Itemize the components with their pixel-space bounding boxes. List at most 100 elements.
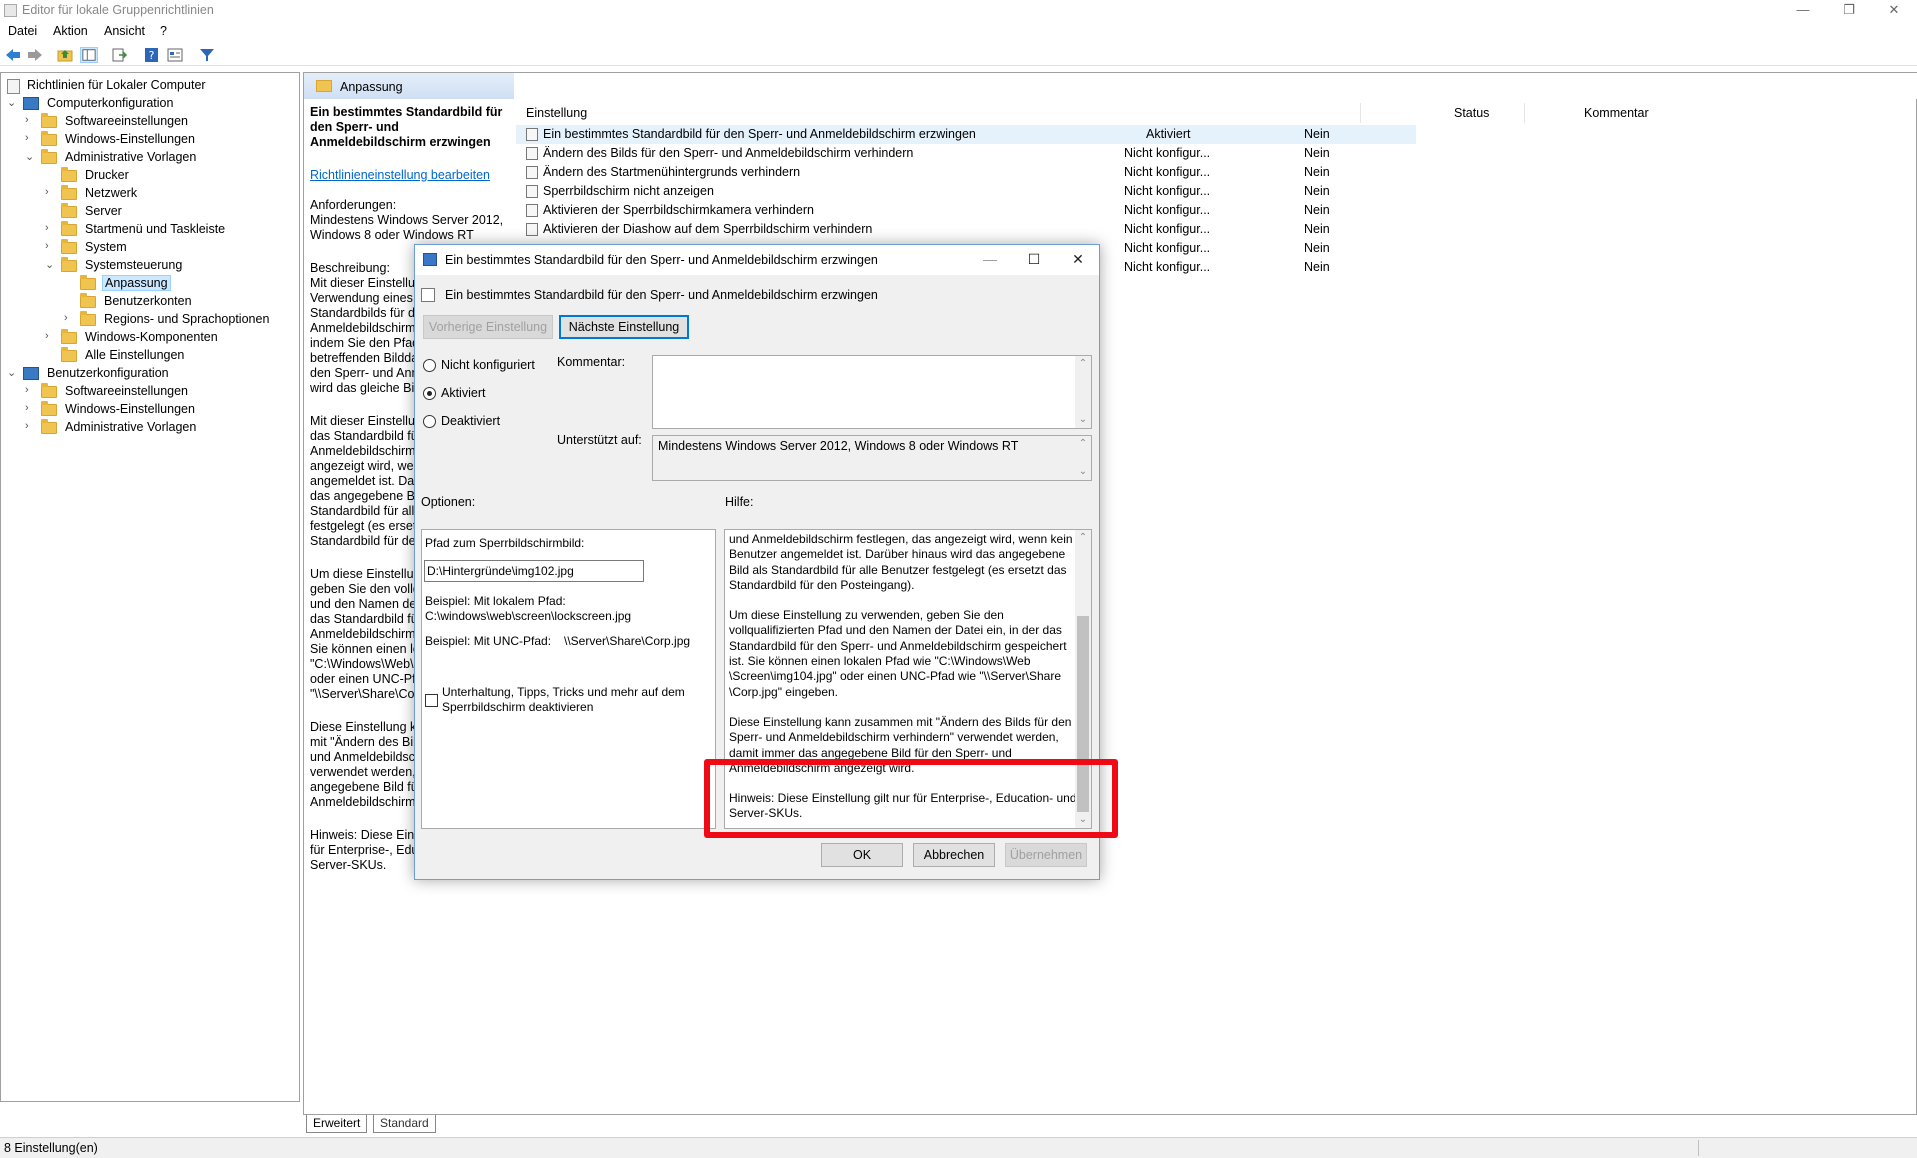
disable-tips-label: Unterhaltung, Tipps, Tricks und mehr auf… bbox=[442, 685, 685, 714]
chevron-right-icon[interactable]: › bbox=[25, 384, 37, 396]
column-setting[interactable]: Einstellung bbox=[526, 106, 587, 120]
path-label: Pfad zum Sperrbildschirmbild: bbox=[425, 536, 585, 550]
table-row[interactable]: Ändern des Bilds für den Sperr- und Anme… bbox=[516, 144, 1716, 163]
folder-icon bbox=[61, 329, 77, 344]
maximize-button[interactable]: ❐ bbox=[1826, 0, 1872, 22]
chevron-right-icon[interactable]: › bbox=[45, 240, 57, 252]
show-hide-tree-icon[interactable] bbox=[80, 47, 98, 63]
folder-icon bbox=[80, 311, 96, 326]
radio-not-configured-label: Nicht konfiguriert bbox=[441, 358, 535, 372]
scroll-down-icon[interactable]: ⌄ bbox=[1075, 464, 1091, 480]
up-folder-icon[interactable] bbox=[56, 47, 74, 63]
dialog-heading: Ein bestimmtes Standardbild für den Sper… bbox=[445, 288, 878, 302]
ok-button[interactable]: OK bbox=[821, 843, 903, 867]
radio-enabled[interactable] bbox=[423, 387, 436, 400]
chevron-right-icon[interactable]: › bbox=[25, 114, 37, 126]
status-text: 8 Einstellung(en) bbox=[4, 1141, 98, 1155]
chevron-down-icon[interactable]: ⌄ bbox=[45, 258, 57, 271]
requirements-text: Mindestens Windows Server 2012, Windows … bbox=[310, 213, 504, 242]
setting-icon bbox=[526, 223, 538, 236]
scroll-down-icon[interactable]: ⌄ bbox=[1075, 412, 1091, 428]
export-list-icon[interactable] bbox=[110, 47, 128, 63]
edit-policy-link[interactable]: Richtlinieneinstellung bearbeiten bbox=[310, 168, 515, 182]
window-title: Editor für lokale Gruppenrichtlinien bbox=[22, 3, 214, 17]
column-comment[interactable]: Kommentar bbox=[1584, 106, 1649, 120]
list-header: Einstellung Status Kommentar bbox=[514, 103, 1917, 123]
example-local-label: Beispiel: Mit lokalem Pfad: bbox=[425, 594, 566, 608]
folder-icon bbox=[61, 257, 77, 272]
window-titlebar: Editor für lokale Gruppenrichtlinien — ❐… bbox=[0, 0, 1917, 22]
apply-button[interactable]: Übernehmen bbox=[1005, 843, 1087, 867]
example-unc-path: \\Server\Share\Corp.jpg bbox=[564, 634, 691, 648]
radio-enabled-label: Aktiviert bbox=[441, 386, 486, 400]
supported-box: Mindestens Windows Server 2012, Windows … bbox=[652, 435, 1092, 481]
highlight-annotation bbox=[704, 759, 1118, 838]
chevron-right-icon[interactable]: › bbox=[25, 420, 37, 432]
table-row[interactable]: Sperrbildschirm nicht anzeigen Nicht kon… bbox=[516, 182, 1716, 201]
status-bar: 8 Einstellung(en) bbox=[0, 1137, 1917, 1158]
next-setting-button[interactable]: Nächste Einstellung bbox=[559, 315, 689, 339]
help-paragraph: Um diese Einstellung zu verwenden, geben… bbox=[729, 608, 1067, 699]
comment-scrollbar[interactable]: ⌃ ⌄ bbox=[1075, 356, 1091, 428]
options-panel: Pfad zum Sperrbildschirmbild: Beispiel: … bbox=[421, 529, 716, 829]
supported-text: Mindestens Windows Server 2012, Windows … bbox=[658, 439, 1019, 453]
chevron-down-icon[interactable]: ⌄ bbox=[7, 366, 19, 379]
help-icon[interactable]: ? bbox=[143, 47, 161, 63]
dialog-close-button[interactable]: ✕ bbox=[1067, 249, 1089, 271]
radio-not-configured[interactable] bbox=[423, 359, 436, 372]
folder-icon bbox=[41, 149, 57, 164]
chevron-right-icon[interactable]: › bbox=[45, 186, 57, 198]
toolbar: ? bbox=[0, 44, 1917, 66]
scroll-up-icon[interactable]: ⌃ bbox=[1075, 530, 1091, 546]
back-arrow-icon[interactable] bbox=[4, 47, 22, 63]
menu-ansicht[interactable]: Ansicht bbox=[104, 24, 145, 38]
disable-tips-checkbox[interactable] bbox=[425, 694, 438, 707]
chevron-right-icon[interactable]: › bbox=[45, 222, 57, 234]
chevron-right-icon[interactable]: › bbox=[64, 312, 76, 324]
table-row[interactable]: Ein bestimmtes Standardbild für den Sper… bbox=[516, 125, 1416, 144]
tab-standard[interactable]: Standard bbox=[373, 1115, 436, 1133]
menu-datei[interactable]: Datei bbox=[8, 24, 37, 38]
minimize-button[interactable]: — bbox=[1780, 0, 1826, 22]
path-input[interactable] bbox=[424, 560, 644, 582]
policy-icon bbox=[423, 253, 437, 266]
menu-help[interactable]: ? bbox=[160, 24, 167, 38]
scroll-up-icon[interactable]: ⌃ bbox=[1075, 436, 1091, 452]
computer-icon bbox=[23, 97, 39, 110]
chevron-right-icon[interactable]: › bbox=[45, 330, 57, 342]
folder-icon bbox=[41, 383, 57, 398]
scroll-up-icon[interactable]: ⌃ bbox=[1075, 356, 1091, 372]
folder-open-icon bbox=[80, 275, 96, 290]
menu-bar: Datei Aktion Ansicht ? bbox=[0, 22, 1917, 42]
folder-icon bbox=[41, 401, 57, 416]
dialog-minimize-button[interactable]: — bbox=[979, 249, 1001, 271]
dialog-title: Ein bestimmtes Standardbild für den Sper… bbox=[445, 253, 878, 267]
menu-aktion[interactable]: Aktion bbox=[53, 24, 88, 38]
options-label: Optionen: bbox=[421, 495, 476, 509]
supported-label: Unterstützt auf: bbox=[557, 433, 642, 447]
previous-setting-button[interactable]: Vorherige Einstellung bbox=[423, 315, 553, 339]
table-row[interactable]: Ändern des Startmenühintergrunds verhind… bbox=[516, 163, 1716, 182]
chevron-down-icon[interactable]: ⌄ bbox=[25, 150, 37, 163]
help-label: Hilfe: bbox=[725, 495, 754, 509]
tree-pane: Richtlinien für Lokaler Computer ⌄ Compu… bbox=[0, 72, 300, 1102]
close-window-button[interactable]: ✕ bbox=[1871, 0, 1917, 22]
chevron-right-icon[interactable]: › bbox=[25, 402, 37, 414]
radio-disabled[interactable] bbox=[423, 415, 436, 428]
chevron-right-icon[interactable]: › bbox=[25, 132, 37, 144]
properties-icon[interactable] bbox=[166, 47, 184, 63]
table-row[interactable]: Aktivieren der Diashow auf dem Sperrbild… bbox=[516, 220, 1716, 239]
cancel-button[interactable]: Abbrechen bbox=[913, 843, 995, 867]
column-status[interactable]: Status bbox=[1454, 106, 1489, 120]
forward-arrow-icon[interactable] bbox=[26, 47, 44, 63]
filter-icon[interactable] bbox=[198, 47, 216, 63]
policy-icon bbox=[7, 79, 20, 94]
folder-icon bbox=[61, 185, 77, 200]
table-row[interactable]: Aktivieren der Sperrbildschirmkamera ver… bbox=[516, 201, 1716, 220]
chevron-down-icon[interactable]: ⌄ bbox=[7, 96, 19, 109]
tab-erweitert[interactable]: Erweitert bbox=[306, 1115, 368, 1133]
dialog-maximize-button[interactable]: ☐ bbox=[1023, 249, 1045, 271]
supported-scrollbar[interactable]: ⌃ ⌄ bbox=[1075, 436, 1091, 480]
example-local-path: C:\windows\web\screen\lockscreen.jpg bbox=[425, 609, 632, 623]
comment-textarea[interactable]: ⌃ ⌄ bbox=[652, 355, 1092, 429]
